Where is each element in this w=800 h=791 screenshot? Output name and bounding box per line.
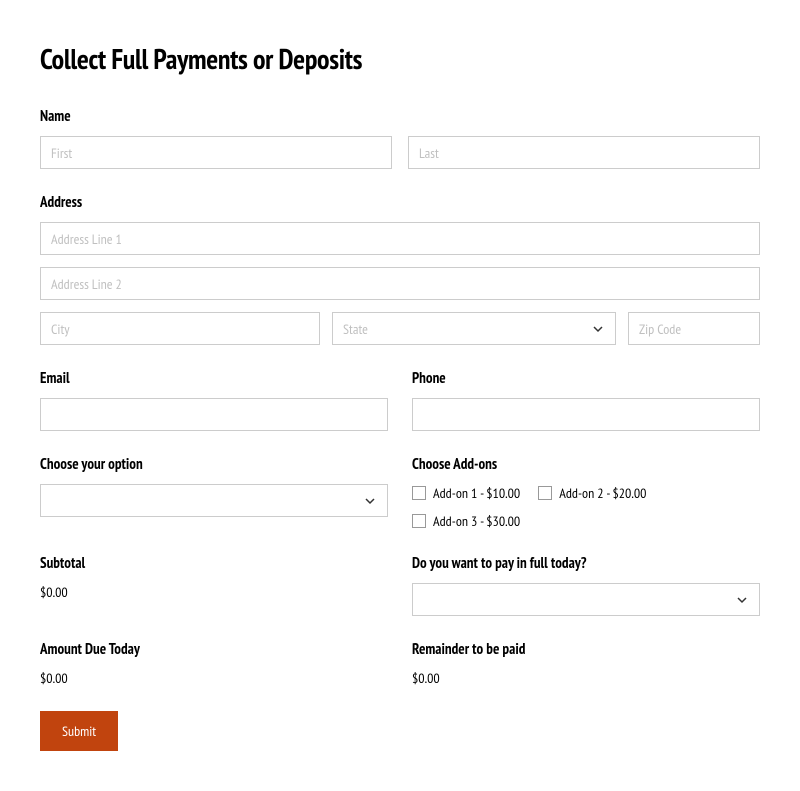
amount-due-label: Amount Due Today <box>40 640 388 659</box>
email-label: Email <box>40 369 388 388</box>
submit-button[interactable]: Submit <box>40 711 118 751</box>
chevron-down-icon <box>363 494 377 508</box>
state-placeholder: State <box>343 320 591 338</box>
city-input[interactable] <box>40 312 320 345</box>
email-input[interactable] <box>40 398 388 431</box>
addon-checkbox-3[interactable]: Add-on 3 - $30.00 <box>412 512 520 530</box>
chevron-down-icon <box>591 322 605 336</box>
first-name-input[interactable] <box>40 136 392 169</box>
subtotal-value: $0.00 <box>40 583 388 601</box>
phone-input[interactable] <box>412 398 760 431</box>
addon-1-input[interactable] <box>412 486 426 500</box>
addon-checkbox-1[interactable]: Add-on 1 - $10.00 <box>412 484 520 502</box>
addon-3-label: Add-on 3 - $30.00 <box>433 512 520 530</box>
pay-full-select[interactable] <box>412 583 760 616</box>
chevron-down-icon <box>735 593 749 607</box>
address-label: Address <box>40 193 760 212</box>
remainder-value: $0.00 <box>412 669 760 687</box>
addon-3-input[interactable] <box>412 514 426 528</box>
addon-2-label: Add-on 2 - $20.00 <box>559 484 646 502</box>
zip-input[interactable] <box>628 312 760 345</box>
subtotal-label: Subtotal <box>40 554 388 573</box>
addon-1-label: Add-on 1 - $10.00 <box>433 484 520 502</box>
addon-checkbox-2[interactable]: Add-on 2 - $20.00 <box>538 484 646 502</box>
pay-full-label: Do you want to pay in full today? <box>412 554 760 573</box>
addons-label: Choose Add-ons <box>412 455 760 474</box>
addon-2-input[interactable] <box>538 486 552 500</box>
option-label: Choose your option <box>40 455 388 474</box>
address-line2-input[interactable] <box>40 267 760 300</box>
option-select[interactable] <box>40 484 388 517</box>
phone-label: Phone <box>412 369 760 388</box>
last-name-input[interactable] <box>408 136 760 169</box>
remainder-label: Remainder to be paid <box>412 640 760 659</box>
name-label: Name <box>40 107 760 126</box>
page-title: Collect Full Payments or Deposits <box>40 40 760 77</box>
address-line1-input[interactable] <box>40 222 760 255</box>
state-select[interactable]: State <box>332 312 616 345</box>
amount-due-value: $0.00 <box>40 669 388 687</box>
